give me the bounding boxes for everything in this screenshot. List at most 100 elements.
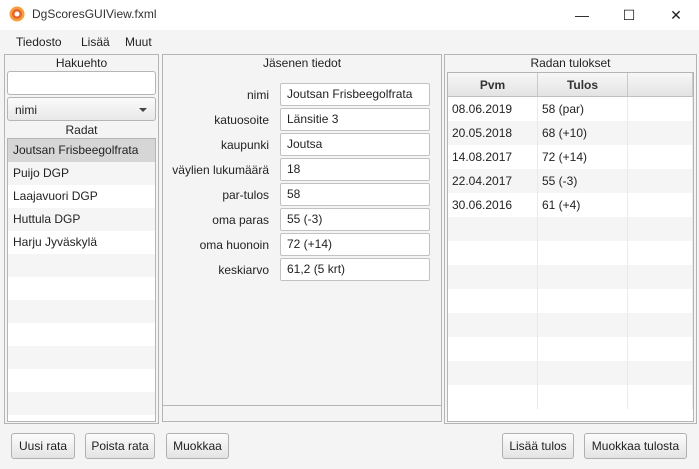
table-cell	[448, 289, 538, 313]
field-input[interactable]: 18	[280, 158, 430, 181]
close-button[interactable]: ✕	[653, 0, 699, 30]
combo-value: nimi	[15, 103, 38, 117]
list-empty-row	[8, 277, 155, 300]
table-cell	[628, 313, 693, 337]
column-header-empty[interactable]	[628, 73, 693, 97]
search-title: Hakuehto	[55, 56, 108, 70]
table-cell: 58 (par)	[538, 97, 628, 121]
table-cell	[628, 169, 693, 193]
results-table[interactable]: Pvm Tulos 08.06.2019 58 (par) 20.05.2018 68…	[447, 72, 694, 422]
table-cell: 61 (+4)	[538, 193, 628, 217]
table-cell	[538, 289, 628, 313]
field-label: keskiarvo	[218, 263, 269, 277]
table-cell	[448, 385, 538, 409]
menu-lisaa[interactable]: Lisää	[81, 35, 110, 49]
window-title: DgScoresGUIView.fxml	[32, 7, 157, 21]
menu-bar: Tiedosto Lisää Muut	[0, 30, 699, 54]
table-cell	[448, 313, 538, 337]
list-empty-row	[8, 369, 155, 392]
table-cell	[538, 385, 628, 409]
table-cell	[628, 265, 693, 289]
table-cell	[448, 337, 538, 361]
field-input[interactable]: Joutsan Frisbeegolfrata	[280, 83, 430, 106]
table-cell	[538, 313, 628, 337]
column-header-pvm[interactable]: Pvm	[448, 73, 538, 97]
add-result-button[interactable]: Lisää tulos	[502, 433, 574, 459]
table-row[interactable]: 20.05.2018 68 (+10)	[448, 121, 693, 145]
field-label: nimi	[246, 88, 269, 102]
menu-muut[interactable]: Muut	[125, 35, 152, 49]
table-cell	[448, 217, 538, 241]
table-cell	[448, 265, 538, 289]
field-label: oma huonoin	[199, 238, 269, 252]
maximize-button[interactable]: ☐	[606, 0, 652, 30]
field-input[interactable]: 58	[280, 183, 430, 206]
new-course-button[interactable]: Uusi rata	[11, 433, 75, 459]
chevron-down-icon	[139, 108, 147, 112]
table-empty-row	[448, 361, 693, 385]
column-header-tulos[interactable]: Tulos	[538, 73, 628, 97]
field-label: väylien lukumäärä	[172, 163, 269, 177]
field-label: katuosoite	[214, 113, 269, 127]
table-cell: 55 (-3)	[538, 169, 628, 193]
edit-button[interactable]: Muokkaa	[166, 433, 229, 459]
table-cell	[628, 361, 693, 385]
table-row[interactable]: 22.04.2017 55 (-3)	[448, 169, 693, 193]
table-cell	[448, 361, 538, 385]
field-label: par-tulos	[222, 188, 269, 202]
table-empty-row	[448, 385, 693, 409]
field-label: oma paras	[212, 213, 269, 227]
field-input[interactable]: 61,2 (5 krt)	[280, 258, 430, 281]
list-empty-row	[8, 300, 155, 323]
table-cell	[628, 217, 693, 241]
table-cell: 72 (+14)	[538, 145, 628, 169]
table-cell	[628, 289, 693, 313]
table-row[interactable]: 30.06.2016 61 (+4)	[448, 193, 693, 217]
table-cell: 08.06.2019	[448, 97, 538, 121]
menu-tiedosto[interactable]: Tiedosto	[16, 35, 62, 49]
courses-list[interactable]: Joutsan Frisbeegolfrata Puijo DGP Laajavuo…	[7, 138, 156, 422]
list-empty-row	[8, 323, 155, 346]
app-icon	[9, 6, 25, 22]
table-empty-row	[448, 289, 693, 313]
table-cell: 68 (+10)	[538, 121, 628, 145]
field-input[interactable]: Länsitie 3	[280, 108, 430, 131]
table-cell	[538, 337, 628, 361]
table-cell: 14.08.2017	[448, 145, 538, 169]
table-cell	[538, 241, 628, 265]
table-cell	[538, 217, 628, 241]
table-empty-row	[448, 313, 693, 337]
details-title: Jäsenen tiedot	[262, 56, 342, 70]
table-cell	[628, 337, 693, 361]
table-empty-row	[448, 217, 693, 241]
table-row[interactable]: 14.08.2017 72 (+14)	[448, 145, 693, 169]
table-cell	[628, 385, 693, 409]
table-cell	[628, 193, 693, 217]
field-label: kaupunki	[220, 138, 269, 152]
table-cell	[628, 241, 693, 265]
field-input[interactable]: 72 (+14)	[280, 233, 430, 256]
table-cell	[628, 145, 693, 169]
table-cell	[538, 265, 628, 289]
table-cell	[538, 361, 628, 385]
field-input[interactable]: Joutsa	[280, 133, 430, 156]
title-bar: DgScoresGUIView.fxml — ☐ ✕	[0, 0, 699, 30]
table-cell: 22.04.2017	[448, 169, 538, 193]
details-divider	[162, 405, 442, 406]
table-cell: 20.05.2018	[448, 121, 538, 145]
table-empty-row	[448, 265, 693, 289]
delete-course-button[interactable]: Poista rata	[85, 433, 155, 459]
table-empty-row	[448, 241, 693, 265]
table-row[interactable]: 08.06.2019 58 (par)	[448, 97, 693, 121]
list-empty-row	[8, 392, 155, 415]
minimize-button[interactable]: —	[559, 0, 605, 30]
table-cell	[628, 97, 693, 121]
table-cell	[628, 121, 693, 145]
edit-result-button[interactable]: Muokkaa tulosta	[584, 433, 687, 459]
list-empty-row	[8, 346, 155, 369]
results-title: Radan tulokset	[530, 56, 611, 70]
table-empty-row	[448, 337, 693, 361]
field-input[interactable]: 55 (-3)	[280, 208, 430, 231]
table-cell: 30.06.2016	[448, 193, 538, 217]
table-cell	[448, 241, 538, 265]
